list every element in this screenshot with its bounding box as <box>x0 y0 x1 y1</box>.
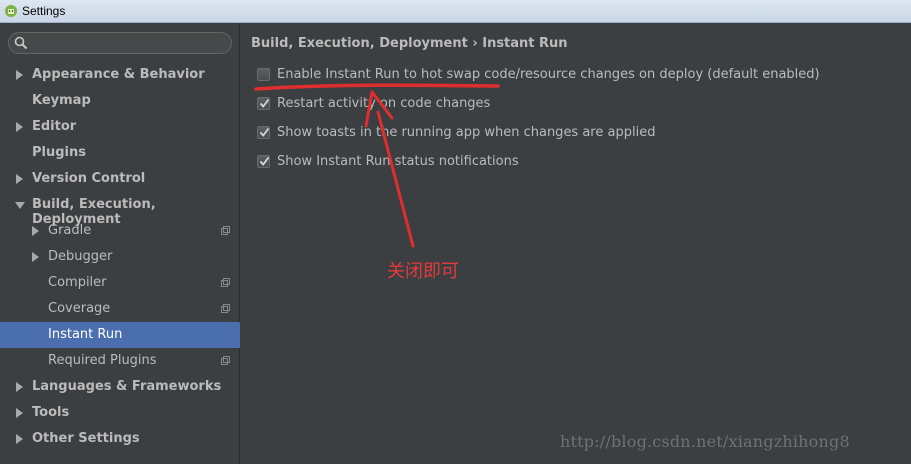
collapse-arrow-icon[interactable] <box>15 202 25 209</box>
checkbox-checked[interactable] <box>257 97 270 110</box>
expand-arrow-icon[interactable] <box>32 252 39 262</box>
sidebar-item-coverage[interactable]: Coverage <box>0 296 240 322</box>
checkbox-unchecked[interactable] <box>257 68 270 81</box>
checkbox-checked[interactable] <box>257 155 270 168</box>
checkbox-checked[interactable] <box>257 126 270 139</box>
sidebar-item-label: Other Settings <box>32 431 140 446</box>
sidebar-item-label: Keymap <box>32 93 91 108</box>
sidebar-item-plugins[interactable]: Plugins <box>0 140 240 166</box>
settings-content: Build, Execution, Deployment › Instant R… <box>241 23 911 464</box>
window-title: Settings <box>22 4 66 18</box>
sidebar-item-debugger[interactable]: Debugger <box>0 244 240 270</box>
settings-sidebar: Appearance & Behavior Keymap Editor Plug… <box>0 23 240 464</box>
expand-arrow-icon[interactable] <box>16 122 23 132</box>
sidebar-item-appearance-behavior[interactable]: Appearance & Behavior <box>0 62 240 88</box>
sidebar-item-required-plugins[interactable]: Required Plugins <box>0 348 240 374</box>
sidebar-item-label: Appearance & Behavior <box>32 67 205 82</box>
sidebar-item-label: Required Plugins <box>48 353 157 368</box>
sidebar-item-languages-frameworks[interactable]: Languages & Frameworks <box>0 374 240 400</box>
sidebar-item-label: Plugins <box>32 145 86 160</box>
sidebar-item-label: Editor <box>32 119 77 134</box>
android-studio-icon <box>5 5 17 17</box>
expand-arrow-icon[interactable] <box>16 434 23 444</box>
option-label: Restart activity on code changes <box>277 96 491 111</box>
sidebar-item-version-control[interactable]: Version Control <box>0 166 240 192</box>
sidebar-item-label: Gradle <box>48 223 92 238</box>
checkmark-icon <box>259 98 270 108</box>
sidebar-item-instant-run[interactable]: Instant Run <box>0 322 240 348</box>
option-label: Show toasts in the running app when chan… <box>277 125 656 140</box>
expand-arrow-icon[interactable] <box>16 70 23 80</box>
project-settings-icon <box>221 304 230 313</box>
watermark: http://blog.csdn.net/xiangzhihong8 <box>560 432 850 451</box>
project-settings-icon <box>221 226 230 235</box>
checkmark-icon <box>259 127 270 137</box>
sidebar-item-label: Compiler <box>48 275 107 290</box>
search-input[interactable] <box>33 35 227 53</box>
sidebar-item-tools[interactable]: Tools <box>0 400 240 426</box>
search-box[interactable] <box>8 32 232 54</box>
title-bar: Settings <box>0 0 911 23</box>
expand-arrow-icon[interactable] <box>16 382 23 392</box>
sidebar-item-label: Debugger <box>48 249 113 264</box>
option-label: Enable Instant Run to hot swap code/reso… <box>277 67 820 82</box>
sidebar-item-label: Languages & Frameworks <box>32 379 222 394</box>
sidebar-item-label: Version Control <box>32 171 146 186</box>
expand-arrow-icon[interactable] <box>16 174 23 184</box>
sidebar-item-label: Coverage <box>48 301 111 316</box>
checkmark-icon <box>259 156 270 166</box>
annotation-text: 关闭即可 <box>387 261 459 282</box>
sidebar-item-keymap[interactable]: Keymap <box>0 88 240 114</box>
sidebar-item-label: Tools <box>32 405 70 420</box>
sidebar-item-gradle[interactable]: Gradle <box>0 218 240 244</box>
option-label: Show Instant Run status notifications <box>277 154 519 169</box>
sidebar-item-build-execution-deployment[interactable]: Build, Execution, Deployment <box>0 192 240 227</box>
sidebar-item-label: Instant Run <box>48 327 123 342</box>
expand-arrow-icon[interactable] <box>16 408 23 418</box>
search-icon <box>14 36 28 50</box>
expand-arrow-icon[interactable] <box>32 226 39 236</box>
breadcrumb: Build, Execution, Deployment › Instant R… <box>251 36 568 51</box>
sidebar-item-editor[interactable]: Editor <box>0 114 240 140</box>
sidebar-item-compiler[interactable]: Compiler <box>0 270 240 296</box>
sidebar-item-other-settings[interactable]: Other Settings <box>0 426 240 452</box>
project-settings-icon <box>221 356 230 365</box>
project-settings-icon <box>221 278 230 287</box>
